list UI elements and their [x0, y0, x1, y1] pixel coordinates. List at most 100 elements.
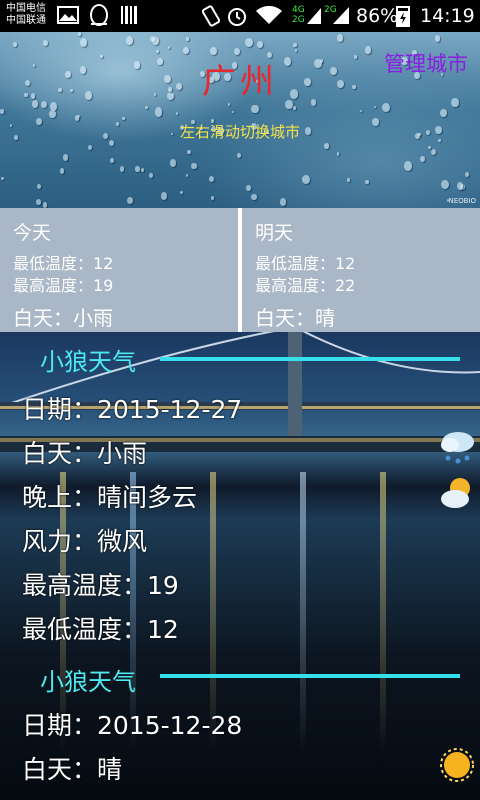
watermark: NEOBIO [448, 197, 476, 205]
swipe-hint: 左右滑动切换城市 [179, 123, 300, 141]
rain-drop [42, 40, 48, 46]
rain-drop [251, 104, 259, 114]
city-header[interactable]: 广州 管理城市 左右滑动切换城市 NEOBIO [0, 32, 480, 208]
rain-drop [126, 196, 134, 205]
rain-drop [74, 115, 80, 121]
rain-drop [170, 159, 177, 167]
rain-drop [292, 106, 297, 111]
rain-drop [336, 152, 340, 156]
rain-drop [49, 109, 56, 118]
rain-drop [36, 183, 41, 189]
tomorrow-panel: 明天 最低温度：12 最高温度：22 白天：晴 [242, 208, 480, 332]
rain-drop [191, 162, 197, 170]
rain-drop [0, 109, 4, 114]
network-labels: 4G 2G [292, 5, 305, 25]
carrier-labels: 中国电信 中国联通 [6, 3, 46, 27]
rain-drop [441, 179, 449, 190]
rain-drop [110, 157, 115, 163]
rain-drop [280, 197, 287, 206]
rain-drop [211, 196, 215, 200]
rain-drop [374, 105, 377, 109]
light-reflection [380, 472, 386, 752]
rain-drop [382, 102, 390, 113]
rain-drop [185, 174, 189, 178]
rain-drop [187, 149, 191, 154]
today-day: 白天：小雨 [13, 306, 113, 330]
rain-drop [208, 176, 214, 183]
entry-rule [160, 357, 460, 361]
rain-drop [156, 49, 159, 53]
rain-drop [231, 110, 234, 114]
rain-drop [135, 166, 140, 172]
barcode-icon [121, 6, 137, 24]
rain-drop [13, 42, 18, 48]
sun-icon [440, 748, 474, 782]
rain-drop [78, 32, 82, 36]
today-low: 最低温度：12 [13, 254, 114, 273]
wifi-icon [256, 5, 282, 24]
rain-drop [1, 176, 5, 181]
today-title: 今天 [13, 222, 52, 244]
tomorrow-title: 明天 [255, 222, 294, 244]
status-bar: 中国电信 中国联通 4G 2G 2G 86% 14:19 [0, 0, 480, 32]
rain-drop [35, 199, 41, 205]
entry-night-weather: 晚上：晴间多云 [22, 483, 198, 512]
light-reflection [300, 472, 306, 752]
signal-icon-1 [307, 8, 321, 24]
qq-icon [90, 4, 108, 26]
network-label-2: 2G [292, 15, 305, 25]
rain-drop [122, 117, 125, 121]
rain-drop [227, 103, 231, 107]
rain-drop [59, 168, 65, 175]
rain-cloud-icon [441, 432, 474, 464]
rain-drop [359, 109, 363, 113]
rain-drop [154, 107, 163, 117]
rain-drop [244, 38, 253, 48]
rain-drop [251, 194, 257, 201]
rain-drop [167, 46, 171, 50]
rain-drop [62, 153, 69, 161]
partly-cloudy-icon [441, 478, 470, 508]
rain-drop [87, 145, 92, 151]
rain-drop [292, 42, 297, 48]
entry-high: 最高温度：19 [22, 571, 179, 600]
entry-day-weather: 白天：晴 [22, 755, 123, 784]
rain-drop [119, 166, 125, 173]
rain-drop [465, 172, 470, 177]
rain-drop [294, 49, 297, 52]
rain-drop [185, 37, 189, 42]
rain-drop [145, 106, 148, 110]
battery-charging-icon [396, 6, 410, 27]
rain-drop [257, 41, 263, 48]
today-panel: 今天 最低温度：12 最高温度：19 白天：小雨 [0, 208, 238, 332]
rain-drop [125, 36, 134, 46]
rain-drop [346, 178, 350, 182]
rain-drop [148, 172, 154, 178]
rain-drop [403, 161, 412, 171]
manage-cities-button[interactable]: 管理城市 [384, 48, 468, 78]
today-high: 最高温度：19 [13, 276, 114, 295]
battery-percent: 86% [356, 5, 399, 27]
clock: 14:19 [420, 5, 475, 27]
rain-drop [420, 156, 425, 162]
entry-date: 日期：2015-12-27 [22, 395, 243, 424]
gallery-icon [57, 6, 79, 24]
rain-drop [175, 112, 178, 116]
rain-drop [427, 145, 431, 150]
entry-wind: 风力：微风 [22, 527, 148, 556]
rain-drop [245, 185, 251, 191]
signal-icon-2 [333, 7, 349, 24]
rain-drop [364, 46, 371, 54]
rain-drop [440, 109, 447, 118]
forecast-list[interactable]: 小狼天气 日期：2015-12-27 白天：小雨 晚上：晴间多云 风力：微风 最… [0, 332, 480, 800]
tomorrow-day: 白天：晴 [255, 306, 335, 330]
rain-drop [182, 46, 189, 54]
network-label-1: 4G [292, 5, 305, 15]
entry-date: 日期：2015-12-28 [22, 711, 243, 740]
rain-drop [324, 143, 329, 149]
rain-drop [179, 190, 183, 195]
rain-drop [364, 179, 369, 184]
carrier-1: 中国电信 [6, 3, 46, 14]
entry-day-weather: 白天：小雨 [22, 439, 148, 468]
tomorrow-high: 最高温度：22 [255, 276, 356, 295]
